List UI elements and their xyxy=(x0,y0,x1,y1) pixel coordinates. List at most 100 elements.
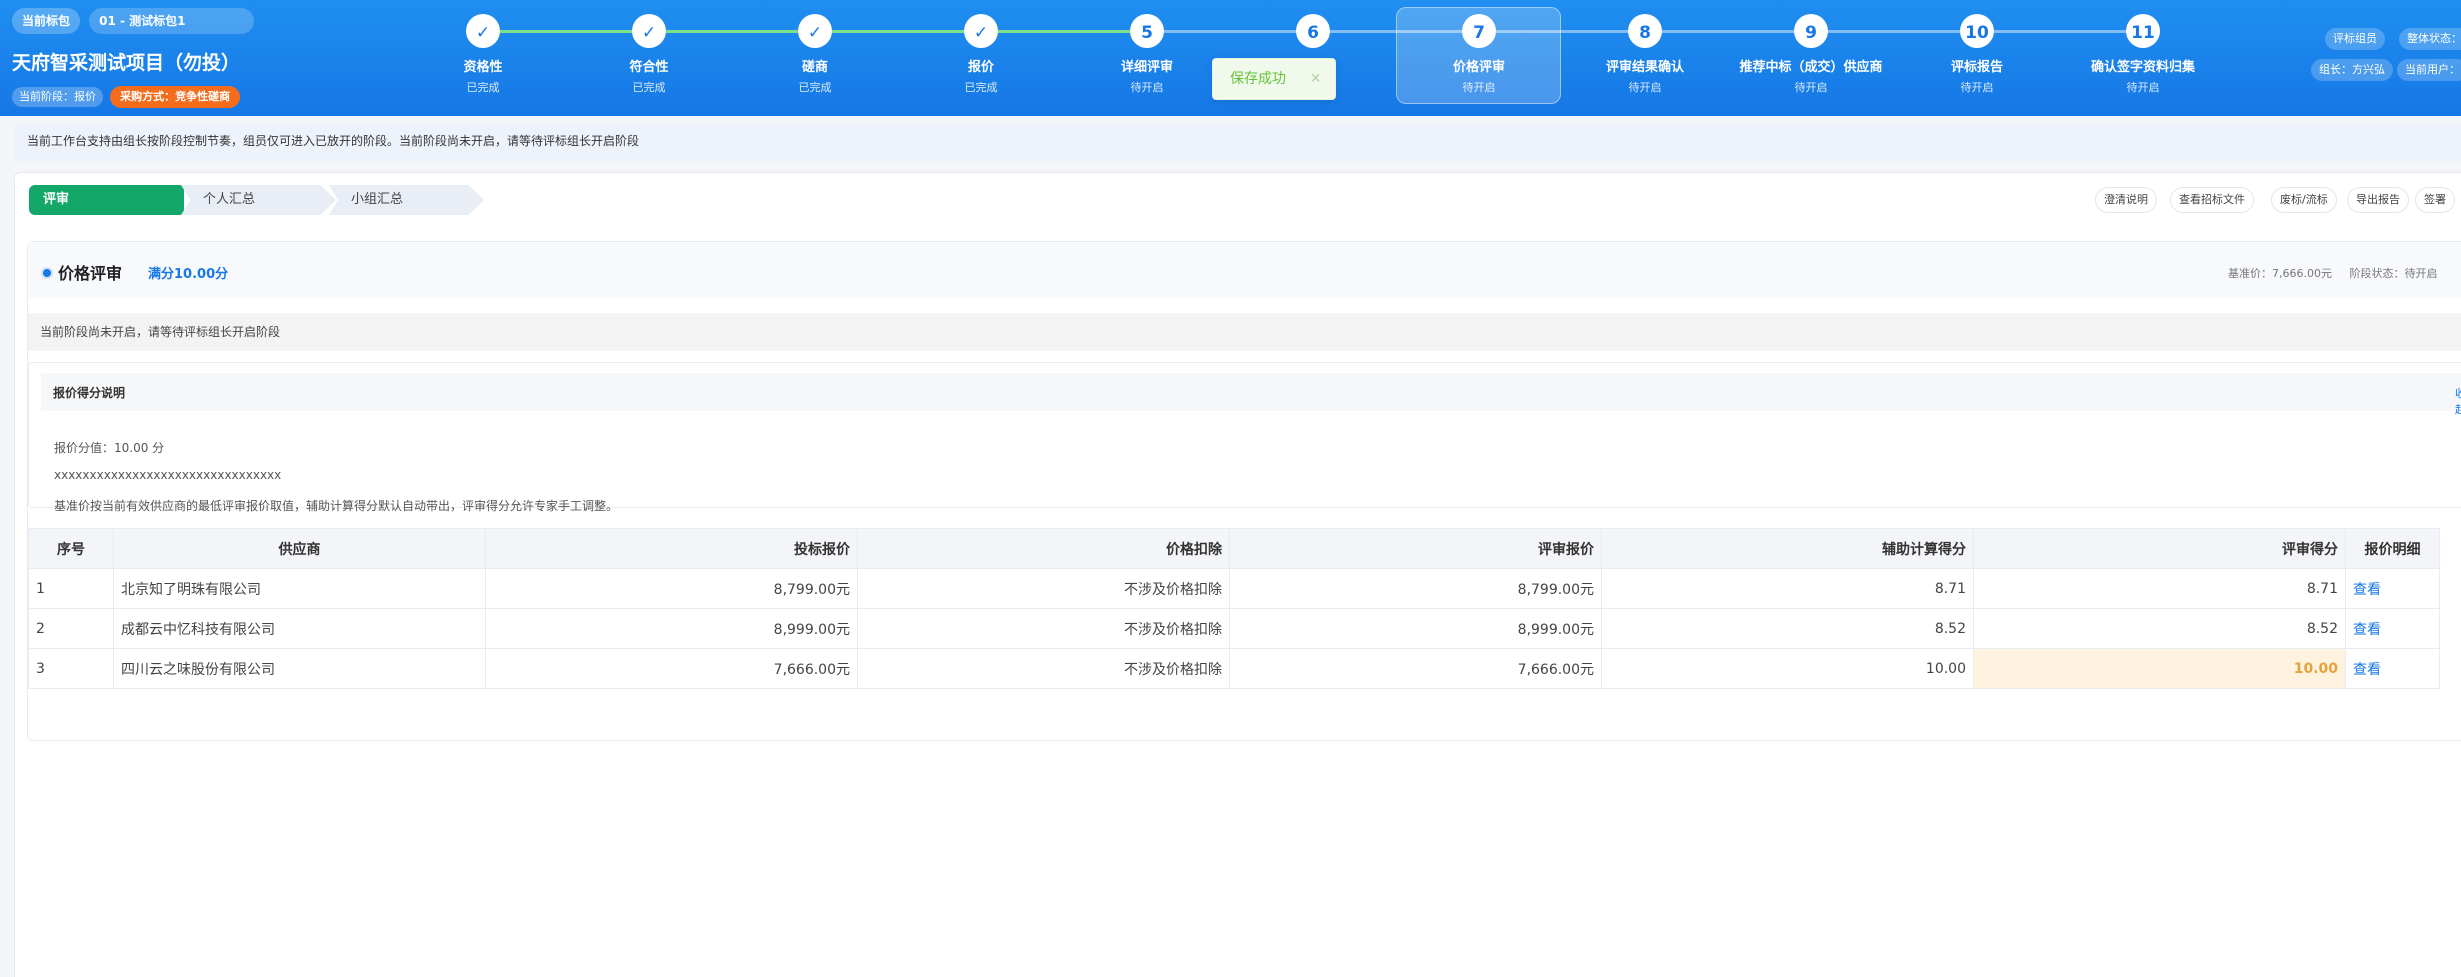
price-deduction: 不涉及价格扣除 xyxy=(857,568,1230,609)
section-title: 价格评审 xyxy=(58,264,123,283)
step-9[interactable]: 9 推荐中标（成交）供应商 待开启 xyxy=(1728,14,1894,95)
step-number: 11 xyxy=(2126,14,2160,48)
check-icon: ✓ xyxy=(632,14,666,48)
review-score-highlighted[interactable]: 10.00 xyxy=(1973,648,2346,689)
header-user-info: 评标组员 整体状态： 组长：方兴弘 当前用户： xyxy=(2281,0,2461,116)
step-name: 符合性 xyxy=(629,60,669,75)
step-status: 已完成 xyxy=(632,81,666,94)
tab-personal-summary[interactable]: 个人汇总 xyxy=(181,185,336,215)
export-report-button[interactable]: 导出报告 xyxy=(2347,187,2409,213)
step-status: 已完成 xyxy=(466,81,500,94)
review-price: 8,799.00元 xyxy=(1229,568,1602,609)
bid-price: 8,999.00元 xyxy=(485,608,858,649)
aux-score: 10.00 xyxy=(1601,648,1974,689)
leader-badge: 组长：方兴弘 xyxy=(2311,59,2393,81)
step-status: 待开启 xyxy=(2126,81,2160,94)
review-price: 7,666.00元 xyxy=(1229,648,1602,689)
toast-text: 保存成功 xyxy=(1230,71,1286,87)
row-index: 3 xyxy=(28,648,114,689)
table-row: 2 成都云中忆科技有限公司 8,999.00元 不涉及价格扣除 8,999.00… xyxy=(28,608,2440,649)
step-status: 已完成 xyxy=(798,81,832,94)
step-name: 报价 xyxy=(967,60,994,75)
abolish-bid-button[interactable]: 废标/流标 xyxy=(2271,187,2337,213)
explanation-header: 报价得分说明 收起 xyxy=(41,373,2461,416)
explanation-title: 报价得分说明 xyxy=(53,386,126,400)
review-score[interactable]: 8.52 xyxy=(1973,608,2346,649)
step-10[interactable]: 10 评标报告 待开启 xyxy=(1894,14,2060,95)
section-full-score: 满分10.00分 xyxy=(148,267,229,282)
view-detail-link[interactable]: 查看 xyxy=(2345,608,2440,649)
step-5[interactable]: 5 详细评审 待开启 xyxy=(1064,14,1230,95)
review-score[interactable]: 8.71 xyxy=(1973,568,2346,609)
col-review-score: 评审得分 xyxy=(1973,528,2346,569)
step-name: 评标报告 xyxy=(1950,60,2003,75)
review-price: 8,999.00元 xyxy=(1229,608,1602,649)
col-supplier: 供应商 xyxy=(113,528,486,569)
role-badge: 评标组员 xyxy=(2325,28,2385,50)
main-card: 评审 个人汇总 小组汇总 澄清说明 查看招标文件 废标/流标 导出报告 签署 价… xyxy=(14,172,2461,977)
col-bid-price: 投标报价 xyxy=(485,528,858,569)
tab-group-summary[interactable]: 小组汇总 xyxy=(329,185,484,215)
price-deduction: 不涉及价格扣除 xyxy=(857,648,1230,689)
price-review-panel: 价格评审 满分10.00分 基准价：7,666.00元 阶段状态：待开启 当前阶… xyxy=(27,241,2461,741)
step-1[interactable]: ✓ 资格性已完成 xyxy=(400,14,566,95)
view-detail-link[interactable]: 查看 xyxy=(2345,568,2440,609)
col-price-detail: 报价明细 xyxy=(2345,528,2440,569)
overall-status-badge: 整体状态： xyxy=(2399,28,2461,50)
stage-status: 阶段状态：待开启 xyxy=(2349,267,2438,280)
notice-banner: 当前工作台支持由组长按阶段控制节奏，组员仅可进入已放开的阶段。当前阶段尚未开启，… xyxy=(14,124,2461,162)
clarification-button[interactable]: 澄清说明 xyxy=(2095,187,2157,213)
step-11[interactable]: 11 确认签字资料归集 待开启 xyxy=(2060,14,2226,95)
aux-score: 8.52 xyxy=(1601,608,1974,649)
section-header: 价格评审 满分10.00分 基准价：7,666.00元 阶段状态：待开启 xyxy=(28,242,2461,298)
view-detail-link[interactable]: 查看 xyxy=(2345,648,2440,689)
supplier-name: 四川云之味股份有限公司 xyxy=(113,648,486,689)
table-header-row: 序号 供应商 投标报价 价格扣除 评审报价 辅助计算得分 评审得分 报价明细 xyxy=(28,528,2440,569)
step-name: 确认签字资料归集 xyxy=(2090,60,2195,75)
step-2[interactable]: ✓ 符合性已完成 xyxy=(566,14,732,95)
section-dot-icon xyxy=(43,269,51,277)
sign-button[interactable]: 签署 xyxy=(2415,187,2455,213)
procurement-method-tag: 采购方式：竞争性磋商 xyxy=(110,86,241,108)
step-number: 8 xyxy=(1628,14,1662,48)
base-price: 基准价：7,666.00元 xyxy=(2228,267,2332,280)
step-status: 待开启 xyxy=(1130,81,1164,94)
step-8[interactable]: 8 评审结果确认 待开启 xyxy=(1562,14,1728,95)
supplier-name: 成都云中忆科技有限公司 xyxy=(113,608,486,649)
check-icon: ✓ xyxy=(798,14,832,48)
step-4[interactable]: ✓ 报价 已完成 xyxy=(898,14,1064,95)
stage-tag: 当前标包 xyxy=(12,8,81,34)
collapse-link[interactable]: 收起 xyxy=(2455,385,2461,417)
page: 当前标包 01 - 测试标包1 天府智采测试项目（勿投） 当前阶段：报价 采购方… xyxy=(0,0,2461,977)
step-number: 9 xyxy=(1794,14,1828,48)
step-7[interactable]: 7 价格评审 待开启 xyxy=(1396,14,1562,95)
step-status: 已完成 xyxy=(964,81,998,94)
step-name: 资格性 xyxy=(463,60,503,75)
score-explanation-panel: 报价得分说明 收起 报价分值：10.00 分 xxxxxxxxxxxxxxxxx… xyxy=(28,362,2461,513)
col-price-deduction: 价格扣除 xyxy=(857,528,1230,569)
step-name: 推荐中标（成交）供应商 xyxy=(1739,60,1883,75)
step-name: 详细评审 xyxy=(1120,60,1173,75)
aux-score: 8.71 xyxy=(1601,568,1974,609)
explanation-line: xxxxxxxxxxxxxxxxxxxxxxxxxxxxxxxx xyxy=(54,468,282,482)
bid-price: 8,799.00元 xyxy=(485,568,858,609)
step-3[interactable]: ✓ 磋商 已完成 xyxy=(732,14,898,95)
tab-review[interactable]: 评审 xyxy=(29,185,184,215)
section-meta: 基准价：7,666.00元 阶段状态：待开启 xyxy=(2228,265,2437,281)
supplier-name: 北京知了明珠有限公司 xyxy=(113,568,486,609)
stage-warning: 当前阶段尚未开启，请等待评标组长开启阶段 xyxy=(28,313,2461,351)
col-aux-score: 辅助计算得分 xyxy=(1601,528,1974,569)
step-name: 评审结果确认 xyxy=(1605,60,1684,75)
close-icon[interactable]: × xyxy=(1310,59,1321,99)
view-tender-docs-button[interactable]: 查看招标文件 xyxy=(2170,187,2254,213)
package-selector[interactable]: 01 - 测试标包1 xyxy=(89,8,255,34)
step-6[interactable]: 6 xyxy=(1230,14,1396,56)
check-icon: ✓ xyxy=(466,14,500,48)
explanation-line: 报价分值：10.00 分 xyxy=(54,441,165,455)
price-deduction: 不涉及价格扣除 xyxy=(857,608,1230,649)
project-info: 当前标包 01 - 测试标包1 天府智采测试项目（勿投） 当前阶段：报价 采购方… xyxy=(12,8,255,108)
row-index: 2 xyxy=(28,608,114,649)
step-number: 10 xyxy=(1960,14,1994,48)
header-bar: 当前标包 01 - 测试标包1 天府智采测试项目（勿投） 当前阶段：报价 采购方… xyxy=(0,0,2461,116)
current-stage-tag: 当前阶段：报价 xyxy=(12,87,103,107)
